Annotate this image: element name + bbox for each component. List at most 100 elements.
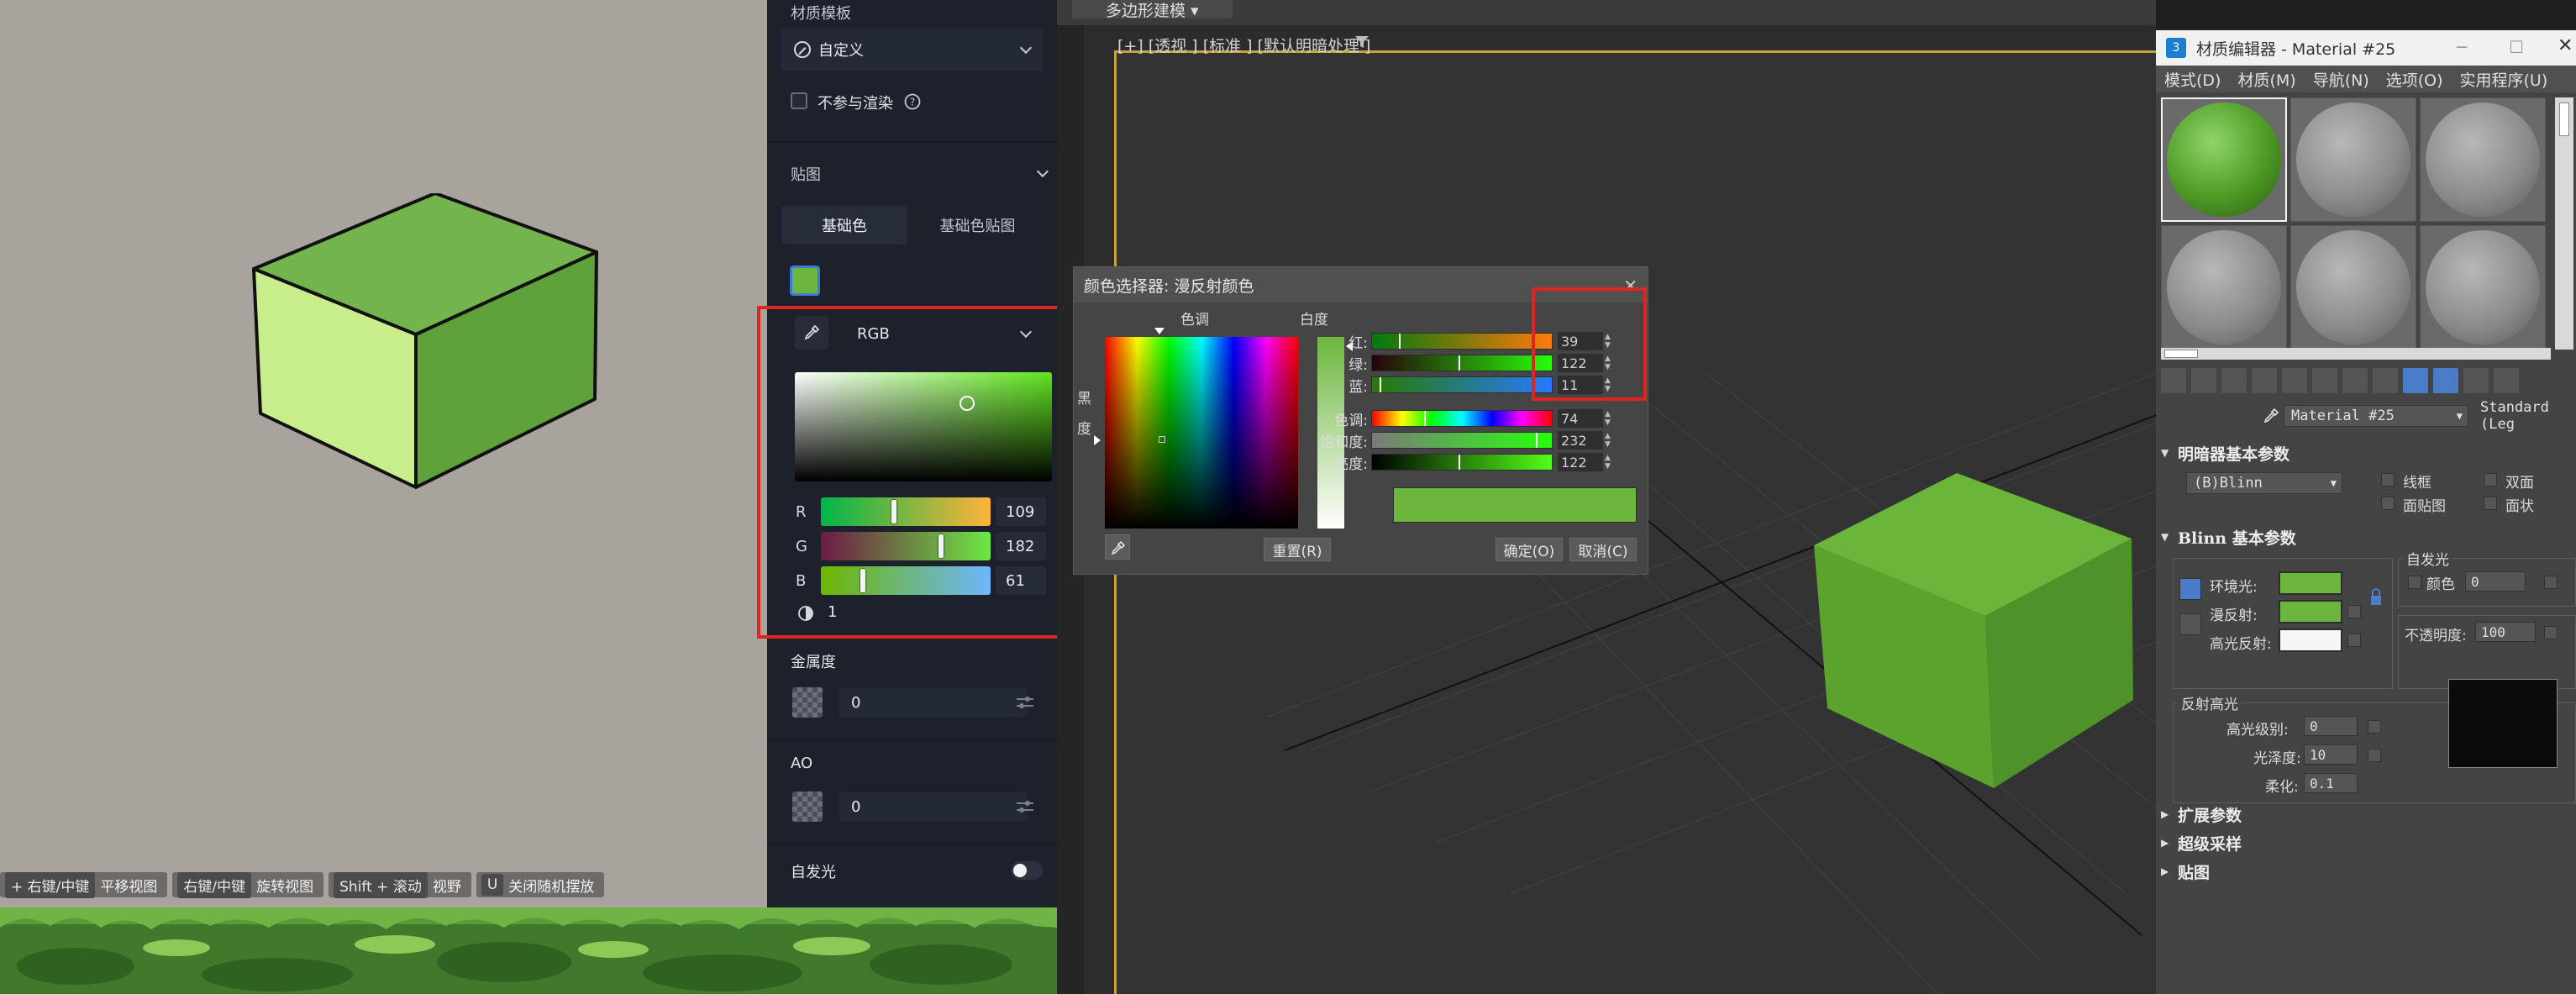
close-icon[interactable]: ✕ <box>2558 35 2573 56</box>
red-tick[interactable] <box>1399 334 1401 349</box>
slots-scrollbar[interactable] <box>2555 97 2573 350</box>
show-end-result-icon[interactable] <box>2403 368 2428 393</box>
lock-icon[interactable] <box>2369 588 2383 607</box>
value-bar[interactable] <box>1371 454 1553 471</box>
ao-map-slot[interactable] <box>792 792 823 822</box>
material-slot[interactable] <box>2161 225 2287 350</box>
opacity-spinner[interactable]: 100 <box>2475 622 2536 642</box>
hue-bar[interactable] <box>1371 410 1553 427</box>
hue-cursor[interactable] <box>1159 436 1165 443</box>
diffuse-map-button[interactable] <box>2347 605 2361 618</box>
red-bar[interactable] <box>1371 333 1553 350</box>
base-color-swatch[interactable] <box>790 266 820 296</box>
faceted-checkbox[interactable] <box>2484 497 2497 510</box>
diffuse-color-swatch[interactable] <box>2279 600 2342 623</box>
metalness-map-slot[interactable] <box>792 687 823 718</box>
pick-by-material-icon[interactable] <box>2494 368 2519 393</box>
extended-params-header[interactable]: ▶ 扩展参数 <box>2161 802 2576 827</box>
spec-level-map-button[interactable] <box>2368 720 2381 734</box>
self-illum-map-button[interactable] <box>2544 576 2558 589</box>
eyedropper-button[interactable] <box>1105 534 1130 560</box>
hue-value[interactable]: 74 <box>1558 409 1603 428</box>
spinner-icon[interactable]: ▲ ▼ <box>1605 432 1613 449</box>
slots-hscrollbar[interactable] <box>2161 348 2551 360</box>
menu-utilities[interactable]: 实用程序(U) <box>2460 68 2548 91</box>
spinner-icon[interactable]: ▲ ▼ <box>1605 454 1613 471</box>
specular-color-swatch[interactable] <box>2279 628 2342 652</box>
menu-navigation[interactable]: 导航(N) <box>2313 68 2369 91</box>
saturation-bar[interactable] <box>1371 432 1553 449</box>
green-tick[interactable] <box>1459 355 1460 371</box>
spinner-icon[interactable]: ▲ ▼ <box>1605 410 1613 427</box>
soften-spinner[interactable]: 0.1 <box>2304 773 2358 793</box>
pick-material-icon[interactable] <box>2262 407 2280 425</box>
self-illum-spinner[interactable]: 0 <box>2465 571 2526 592</box>
adjust-icon[interactable] <box>1016 696 1034 709</box>
material-type-button[interactable]: Standard (Leg <box>2473 399 2576 433</box>
material-slot[interactable] <box>2420 97 2546 222</box>
menu-options[interactable]: 选项(O) <box>2386 68 2443 91</box>
cancel-button[interactable]: 取消(C) <box>1569 538 1637 561</box>
make-unique-icon[interactable] <box>2282 368 2307 393</box>
tab-base-color[interactable]: 基础色 <box>781 206 907 245</box>
hue-blackness-field[interactable] <box>1105 337 1298 529</box>
hscroll-thumb[interactable] <box>2164 350 2198 358</box>
maps-header[interactable]: ▶ 贴图 <box>2161 859 2576 884</box>
go-sibling-icon[interactable] <box>2463 368 2489 393</box>
opacity-map-button[interactable] <box>2544 626 2558 639</box>
spec-level-spinner[interactable]: 0 <box>2304 716 2358 736</box>
face-map-checkbox[interactable] <box>2381 497 2395 510</box>
hue-tick[interactable] <box>1424 411 1426 426</box>
gloss-spinner[interactable]: 10 <box>2304 744 2358 765</box>
material-slot[interactable] <box>2290 225 2416 350</box>
hue-marker[interactable] <box>1154 328 1164 334</box>
emissive-toggle[interactable] <box>1011 861 1043 880</box>
get-material-icon[interactable] <box>2161 368 2186 393</box>
metalness-input[interactable]: 0 <box>839 688 1028 717</box>
blue-tick[interactable] <box>1380 377 1381 392</box>
menu-material[interactable]: 材质(M) <box>2237 68 2295 91</box>
window-title-bar[interactable]: 3 材质编辑器 - Material #25 ─ ☐ ✕ <box>2156 30 2576 66</box>
material-template-dropdown[interactable]: 自定义 <box>781 29 1044 71</box>
lock-ambient-diffuse-icon[interactable] <box>2179 578 2201 600</box>
ao-input[interactable]: 0 <box>839 792 1028 821</box>
reset-button[interactable]: 重置(R) <box>1264 538 1331 561</box>
green-bar[interactable] <box>1371 355 1553 371</box>
minimize-icon[interactable]: ─ <box>2457 37 2467 57</box>
material-slot-active[interactable] <box>2161 97 2287 222</box>
material-slot[interactable] <box>2290 97 2416 222</box>
viewport-label[interactable]: [+] [透视 ] [标准 ] [默认明暗处理 ] <box>1117 34 1370 56</box>
assign-material-icon[interactable] <box>2221 368 2247 393</box>
saturation-value[interactable]: 232 <box>1558 431 1603 450</box>
no-render-checkbox[interactable] <box>791 92 807 109</box>
shader-type-dropdown[interactable]: (B)Blinn ▼ <box>2186 472 2342 494</box>
blue-bar[interactable] <box>1371 376 1553 393</box>
value-tick[interactable] <box>1459 455 1460 470</box>
show-map-icon[interactable] <box>2373 368 2398 393</box>
link-icon[interactable] <box>2179 613 2201 635</box>
delete-icon[interactable] <box>2252 368 2277 393</box>
adjust-icon[interactable] <box>1016 800 1034 813</box>
tab-base-color-map[interactable]: 基础色贴图 <box>912 206 1044 245</box>
filter-icon[interactable] <box>1354 34 1369 50</box>
wire-checkbox[interactable] <box>2381 473 2395 486</box>
help-icon[interactable]: ? <box>903 92 922 111</box>
left-3d-viewport[interactable]: + 右键/中键 平移视图 右键/中键 旋转视图 Shift + 滚动 视野 U … <box>0 0 767 907</box>
blinn-section-header[interactable]: ▼ Blinn 基本参数 <box>2161 524 2576 550</box>
two-sided-checkbox[interactable] <box>2484 473 2497 486</box>
put-library-icon[interactable] <box>2312 368 2337 393</box>
ambient-color-swatch[interactable] <box>2279 571 2342 595</box>
material-id-icon[interactable] <box>2342 368 2368 393</box>
go-parent-icon[interactable] <box>2433 368 2458 393</box>
put-material-icon[interactable] <box>2191 368 2216 393</box>
scroll-thumb[interactable] <box>2559 103 2569 136</box>
maximize-icon[interactable]: ☐ <box>2509 37 2524 57</box>
shader-section-header[interactable]: ▼ 明暗器基本参数 <box>2161 440 2576 465</box>
material-name-input[interactable]: Material #25 ▼ <box>2284 405 2468 427</box>
gloss-map-button[interactable] <box>2368 749 2381 762</box>
value-value[interactable]: 122 <box>1558 453 1603 471</box>
saturation-tick[interactable] <box>1536 433 1538 448</box>
specular-map-button[interactable] <box>2347 634 2361 647</box>
supersampling-header[interactable]: ▶ 超级采样 <box>2161 830 2576 855</box>
chevron-down-icon[interactable] <box>1036 165 1049 178</box>
